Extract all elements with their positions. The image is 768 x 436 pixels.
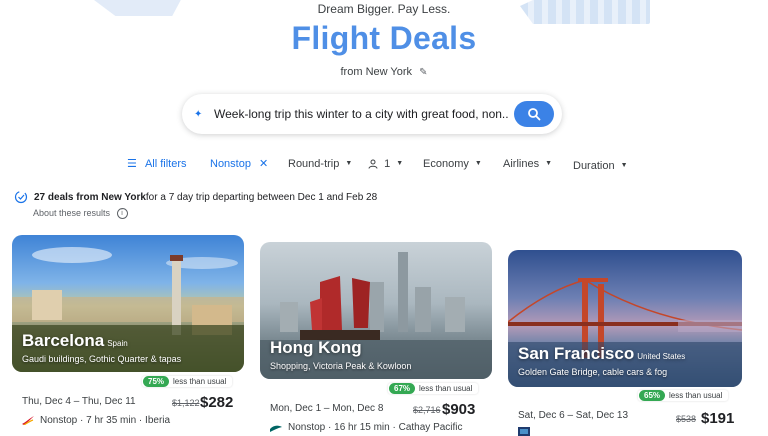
from-city: New York [365,66,413,78]
about-results-label: About these results [33,208,111,218]
original-price: $2,716 [413,405,441,415]
deal-price: $282 [200,394,234,411]
trip-type-label: Round-trip [288,158,340,170]
flight-route-info: Nonstop · 7 hr 35 min · Iberia [22,415,170,426]
airlines-label: Airlines [503,158,540,170]
country-name: United States [637,352,686,361]
destination-description: Golden Gate Bridge, cable cars & fog [518,367,668,377]
passengers-dropdown[interactable]: 1 ▼ [368,154,403,174]
search-icon [528,108,541,121]
destination-description: Shopping, Victoria Peak & Kowloon [270,361,412,371]
caret-down-icon: ▼ [545,160,553,168]
savings-text: less than usual [173,377,227,386]
city-name: Barcelona [22,331,105,350]
person-icon [368,159,378,169]
results-count: 27 deals from New York [34,191,146,203]
flight-route-info: Nonstop · 16 hr 15 min · Cathay Pacific [270,422,463,433]
search-button[interactable] [514,101,554,127]
all-filters-button[interactable]: ☰ All filters [127,154,187,174]
deal-card-barcelona[interactable]: Barcelona Spain Gaudi buildings, Gothic Q… [12,235,244,426]
city-name: San Francisco [518,344,635,363]
savings-percent: 75% [143,376,170,387]
destination-photo [260,242,492,379]
savings-badge: 67% less than usual [388,383,479,394]
nonstop-filter-chip[interactable]: Nonstop ✕ [210,154,268,174]
iberia-logo-icon [22,416,34,425]
search-input[interactable]: Week-long trip this winter to a city wit… [214,107,514,121]
about-results-link[interactable]: About these results i [33,208,128,220]
caret-down-icon: ▼ [474,160,482,168]
city-name: Hong Kong [270,338,362,357]
original-price: $1,122 [172,398,200,408]
filter-sliders-icon: ☰ [127,158,137,170]
original-price: $538 [676,414,697,424]
destination-city: Hong Kong [270,338,362,358]
trip-dates: Thu, Dec 4 – Thu, Dec 11 [22,396,136,407]
savings-percent: 67% [389,383,416,394]
passengers-count: 1 [384,158,391,170]
deal-price: $191 [701,410,735,427]
edit-pencil-icon[interactable]: ✎ [419,67,427,78]
page-title: Flight Deals [291,20,477,56]
country-name: Spain [107,339,128,348]
destination-description: Gaudi buildings, Gothic Quarter & tapas [22,354,182,364]
origin-selector[interactable]: from New York ✎ [0,66,768,78]
calendar-check-icon [14,190,28,204]
results-description: for a 7 day trip departing between Dec 1… [145,191,378,203]
deal-price: $903 [442,401,476,418]
results-summary: 27 deals from New York for a 7 day trip … [14,190,377,204]
caret-down-icon: ▼ [620,162,628,170]
trip-type-dropdown[interactable]: Round-trip ▼ [288,154,352,174]
airlines-dropdown[interactable]: Airlines ▼ [503,154,552,174]
sparkle-icon: ✦ [194,108,203,120]
cathay-pacific-logo-icon [270,425,282,432]
all-filters-label: All filters [144,158,187,170]
route-text: Nonstop · 16 hr 15 min · Cathay Pacific [288,422,463,433]
savings-badge: 65% less than usual [638,390,729,401]
duration-dropdown[interactable]: Duration ▼ [573,156,628,176]
route-text: Nonstop · 7 hr 35 min · Iberia [40,415,171,426]
savings-badge: 75% less than usual [142,376,233,387]
destination-photo [12,235,244,372]
search-bar[interactable]: ✦ Week-long trip this winter to a city w… [182,94,562,134]
trip-dates: Sat, Dec 6 – Sat, Dec 13 [518,410,629,421]
savings-percent: 65% [639,390,666,401]
cabin-class-dropdown[interactable]: Economy ▼ [423,154,482,174]
filter-bar: ☰ All filters Nonstop ✕ Round-trip ▼ 1 ▼ E… [0,154,768,174]
destination-city: San Francisco United States [518,344,685,364]
close-icon[interactable]: ✕ [259,158,268,170]
destination-city: Barcelona Spain [22,331,128,351]
tagline: Dream Bigger. Pay Less. [317,2,451,16]
deal-card-san-francisco[interactable]: San Francisco United States Golden Gate B… [508,250,742,436]
trip-dates: Mon, Dec 1 – Mon, Dec 8 [270,403,384,414]
savings-text: less than usual [419,384,473,393]
cabin-label: Economy [423,158,469,170]
duration-label: Duration [573,160,615,172]
nonstop-label: Nonstop [210,158,251,170]
caret-down-icon: ▼ [396,160,404,168]
caret-down-icon: ▼ [345,160,353,168]
deal-card-hong-kong[interactable]: Hong Kong Shopping, Victoria Peak & Kowl… [260,242,492,433]
from-label: from [340,66,363,78]
savings-text: less than usual [669,391,723,400]
info-icon: i [116,208,128,220]
